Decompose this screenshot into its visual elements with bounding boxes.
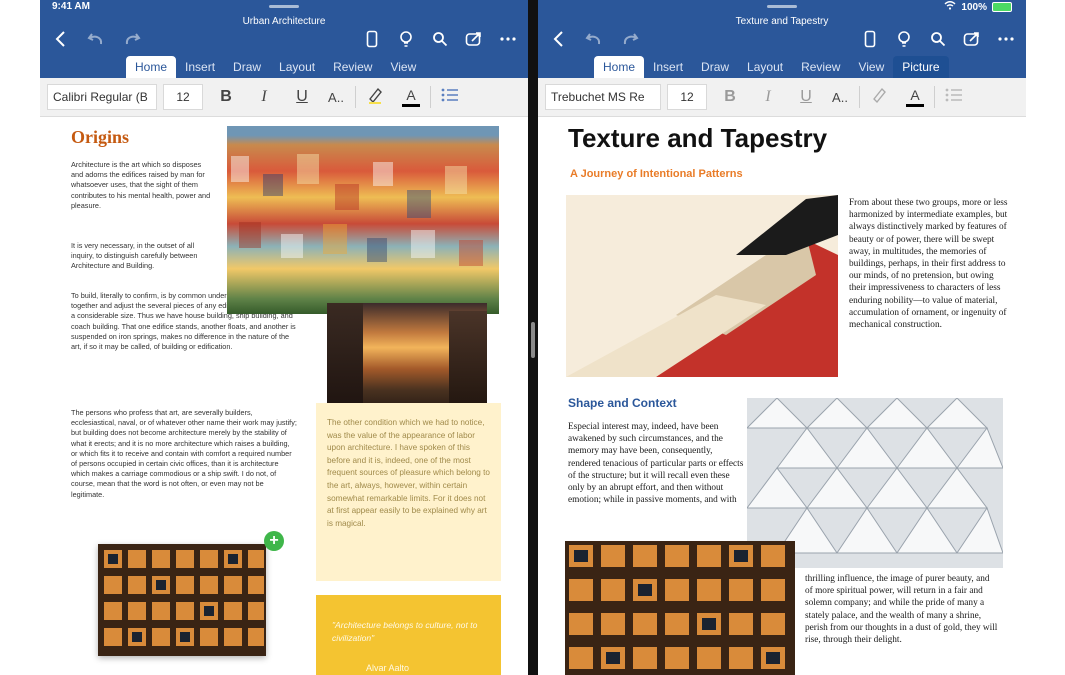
search-icon[interactable] xyxy=(928,28,948,50)
battery-percent: 100% xyxy=(961,1,987,13)
pull-quote-text: "Architecture belongs to culture, not to… xyxy=(332,620,478,643)
highlighter-icon[interactable] xyxy=(360,86,390,109)
right-document-canvas[interactable]: Texture and Tapestry A Journey of Intent… xyxy=(538,117,1026,675)
bullets-icon[interactable] xyxy=(435,87,465,108)
body-paragraph: The persons who profess that art, are se… xyxy=(71,408,297,499)
back-icon[interactable] xyxy=(548,28,568,50)
ribbon-divider xyxy=(355,86,356,108)
tab-draw[interactable]: Draw xyxy=(224,56,270,78)
building-windows-image[interactable] xyxy=(565,541,795,675)
right-window: 100% Texture and Tapestry Home Insert Dr… xyxy=(538,0,1026,675)
tab-review[interactable]: Review xyxy=(792,56,849,78)
search-icon[interactable] xyxy=(430,28,450,50)
tab-layout[interactable]: Layout xyxy=(270,56,324,78)
right-title-bar: 100% Texture and Tapestry Home Insert Dr… xyxy=(538,0,1026,81)
add-image-badge[interactable]: + xyxy=(264,531,284,551)
sidebar-text: The other condition which we had to noti… xyxy=(327,418,490,528)
right-ribbon: Trebuchet MS Re 12 B I U A.. A xyxy=(538,78,1026,117)
text-effects-button[interactable]: A.. xyxy=(321,90,351,105)
tab-view[interactable]: View xyxy=(849,56,893,78)
share-icon[interactable] xyxy=(962,28,982,50)
undo-icon[interactable] xyxy=(584,28,604,50)
sidebar-box: The other condition which we had to noti… xyxy=(316,403,501,581)
underline-button[interactable]: U xyxy=(791,88,821,106)
tab-review[interactable]: Review xyxy=(324,56,381,78)
dragged-building-image[interactable] xyxy=(98,544,266,656)
ribbon-divider xyxy=(859,86,860,108)
highlighter-icon[interactable] xyxy=(864,86,894,109)
share-icon[interactable] xyxy=(464,28,484,50)
font-color-button[interactable]: A xyxy=(396,87,426,107)
left-ribbon: Calibri Regular (B 12 B I U A.. A xyxy=(40,78,528,117)
bold-button[interactable]: B xyxy=(715,88,745,106)
section-heading: Shape and Context xyxy=(568,396,677,410)
status-time: 9:41 AM xyxy=(52,1,90,12)
mobile-view-icon[interactable] xyxy=(362,28,382,50)
venice-canal-image[interactable] xyxy=(327,303,487,409)
document-subtitle: A Journey of Intentional Patterns xyxy=(570,168,743,180)
battery-icon xyxy=(992,2,1012,12)
lightbulb-icon[interactable] xyxy=(894,28,914,50)
font-size-box[interactable]: 12 xyxy=(667,84,707,110)
abstract-architecture-image[interactable] xyxy=(566,195,838,377)
underline-button[interactable]: U xyxy=(287,88,317,106)
right-multitask-grabber[interactable] xyxy=(767,5,797,8)
mobile-view-icon[interactable] xyxy=(860,28,880,50)
body-paragraph: From about these two groups, more or les… xyxy=(849,198,1008,331)
more-icon[interactable] xyxy=(498,28,518,50)
font-name-box[interactable]: Calibri Regular (B xyxy=(47,84,157,110)
italic-button[interactable]: I xyxy=(753,88,783,106)
bullets-icon[interactable] xyxy=(939,87,969,108)
wifi-icon xyxy=(944,1,956,13)
building-silhouette xyxy=(327,303,363,409)
building-silhouette xyxy=(449,311,487,409)
tab-layout[interactable]: Layout xyxy=(738,56,792,78)
undo-icon[interactable] xyxy=(86,28,106,50)
bold-button[interactable]: B xyxy=(211,88,241,106)
font-name-box[interactable]: Trebuchet MS Re xyxy=(545,84,661,110)
document-title-heading: Texture and Tapestry xyxy=(568,123,828,153)
text-effects-button[interactable]: A.. xyxy=(825,90,855,105)
lightbulb-icon[interactable] xyxy=(396,28,416,50)
pull-quote-author: Alvar Aalto xyxy=(366,663,410,673)
font-color-button[interactable]: A xyxy=(900,87,930,107)
right-document-title[interactable]: Texture and Tapestry xyxy=(538,16,1026,27)
colorful-houses-image[interactable] xyxy=(227,126,499,314)
body-paragraph: It is very necessary, in the outset of a… xyxy=(71,241,198,271)
split-view-divider[interactable] xyxy=(528,0,538,675)
italic-button[interactable]: I xyxy=(249,88,279,106)
body-paragraph: Especial interest may, indeed, have been… xyxy=(568,422,744,506)
tab-view[interactable]: View xyxy=(381,56,425,78)
pull-quote-box: "Architecture belongs to culture, not to… xyxy=(316,595,501,675)
tab-insert[interactable]: Insert xyxy=(644,56,692,78)
redo-icon[interactable] xyxy=(620,28,640,50)
tab-draw[interactable]: Draw xyxy=(692,56,738,78)
status-indicators: 100% xyxy=(944,1,1012,13)
left-title-bar: 9:41 AM Urban Architecture Home Insert D… xyxy=(40,0,528,81)
left-window: 9:41 AM Urban Architecture Home Insert D… xyxy=(40,0,528,675)
ribbon-divider xyxy=(430,86,431,108)
font-size-box[interactable]: 12 xyxy=(163,84,203,110)
left-multitask-grabber[interactable] xyxy=(269,5,299,8)
left-document-title[interactable]: Urban Architecture xyxy=(40,16,528,27)
tab-insert[interactable]: Insert xyxy=(176,56,224,78)
back-icon[interactable] xyxy=(50,28,70,50)
body-paragraph: thrilling influence, the image of purer … xyxy=(805,574,998,646)
more-icon[interactable] xyxy=(996,28,1016,50)
redo-icon[interactable] xyxy=(122,28,142,50)
ribbon-divider xyxy=(934,86,935,108)
left-document-canvas[interactable]: Origins Architecture is the art which so… xyxy=(40,117,528,675)
divider-handle[interactable] xyxy=(531,322,535,358)
origins-heading: Origins xyxy=(71,127,130,147)
body-paragraph: Architecture is the art which so dispose… xyxy=(71,160,211,210)
